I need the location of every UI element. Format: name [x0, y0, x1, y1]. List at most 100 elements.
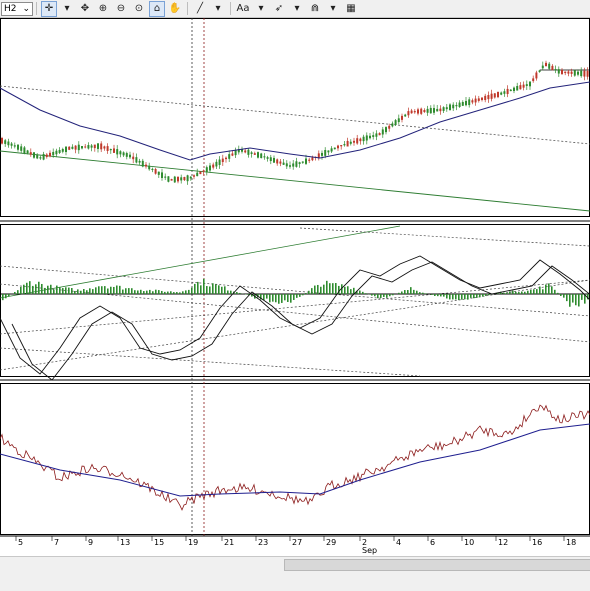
histogram-bar: [572, 294, 574, 303]
candle-body: [167, 176, 169, 181]
candle-body: [385, 127, 387, 132]
candle-body: [583, 71, 585, 77]
candle-body: [193, 175, 195, 176]
histogram-bar: [47, 286, 49, 294]
candle-body: [260, 154, 262, 158]
crosshair-icon[interactable]: ✛: [41, 1, 57, 17]
histogram-bar: [143, 291, 145, 294]
timeframe-select[interactable]: H2 ⌄: [1, 2, 33, 16]
histogram-bar: [74, 291, 76, 294]
lock-icon[interactable]: ⌂: [149, 1, 165, 17]
histogram-bar: [524, 292, 526, 294]
histogram-bar: [101, 286, 103, 294]
histogram-bar: [110, 287, 112, 294]
histogram-bar: [371, 294, 373, 296]
candle-body: [577, 72, 579, 75]
histogram-bar: [503, 293, 505, 294]
candle-body: [107, 146, 109, 151]
candle-body: [420, 109, 422, 114]
candle-body: [20, 146, 22, 150]
candle-body: [430, 108, 432, 113]
candle-body: [375, 133, 377, 136]
zoom-fit-icon[interactable]: ⊙: [131, 1, 147, 17]
magnet-icon[interactable]: ⋒: [307, 1, 323, 17]
candle-body: [567, 72, 569, 74]
x-axis-tick-label: 27: [292, 538, 302, 547]
candle-body: [321, 153, 323, 156]
horizontal-scrollbar[interactable]: [0, 556, 590, 591]
histogram-bar: [53, 289, 55, 294]
histogram-bar: [551, 286, 553, 294]
crosshair-menu-icon[interactable]: ▾: [59, 1, 75, 17]
candle-body: [475, 99, 477, 103]
histogram-bar: [269, 294, 271, 302]
zoom-out-icon[interactable]: ⊖: [113, 1, 129, 17]
histogram-bar: [554, 290, 556, 294]
grid-icon[interactable]: ▦: [343, 1, 359, 17]
histogram-bar: [59, 287, 61, 294]
histogram-bar: [173, 292, 175, 294]
x-axis-tick-label: 4: [396, 538, 401, 547]
histogram-bar: [230, 291, 232, 294]
candle-body: [145, 165, 147, 167]
magnet-menu-icon[interactable]: ▾: [325, 1, 341, 17]
candle-body: [558, 69, 560, 73]
histogram-bar: [116, 285, 118, 294]
histogram-bar: [170, 291, 172, 294]
histogram-bar: [278, 294, 280, 304]
line-tool-icon[interactable]: ╱: [192, 1, 208, 17]
histogram-bar: [134, 290, 136, 294]
candle-body: [279, 162, 281, 164]
marker-menu-icon[interactable]: ▾: [289, 1, 305, 17]
candle-body: [142, 161, 144, 167]
histogram-bar: [335, 283, 337, 294]
text-tool-button[interactable]: Aa: [235, 1, 251, 17]
x-axis-tick-label: 7: [54, 538, 59, 547]
move-icon[interactable]: ✥: [77, 1, 93, 17]
x-axis-tick-label: 29: [326, 538, 336, 547]
scrollbar-thumb[interactable]: [284, 559, 590, 571]
candle-body: [548, 64, 550, 69]
histogram-bar: [290, 294, 292, 303]
candle-body: [46, 155, 48, 157]
zoom-in-icon[interactable]: ⊕: [95, 1, 111, 17]
histogram-bar: [533, 289, 535, 294]
histogram-bar: [575, 294, 577, 305]
histogram-bar: [452, 294, 454, 299]
histogram-bar: [287, 294, 289, 302]
candle-body: [222, 159, 224, 162]
histogram-bar: [518, 292, 520, 294]
candle-body: [359, 139, 361, 141]
candle-body: [311, 158, 313, 161]
chart-area[interactable]: 5791315192123272924610121618 Sep: [0, 18, 590, 556]
histogram-bar: [212, 283, 214, 294]
histogram-bar: [5, 294, 7, 298]
line-tool-menu-icon[interactable]: ▾: [210, 1, 226, 17]
candle-body: [129, 155, 131, 158]
text-tool-menu-icon[interactable]: ▾: [253, 1, 269, 17]
histogram-bar: [383, 294, 385, 297]
candle-body: [244, 150, 246, 152]
histogram-bar: [305, 293, 307, 294]
candle-body: [443, 107, 445, 111]
indicator-line: [0, 405, 590, 510]
candle-body: [11, 144, 13, 146]
chart-canvas[interactable]: 5791315192123272924610121618 Sep: [0, 18, 590, 556]
candle-body: [510, 90, 512, 91]
histogram-bar: [515, 292, 517, 294]
candle-body: [164, 177, 166, 178]
candle-body: [254, 153, 256, 155]
candle-body: [571, 72, 573, 74]
x-axis-month-label: Sep: [362, 546, 377, 555]
candle-body: [347, 141, 349, 147]
candle-body: [17, 145, 19, 150]
candlestick-series: [1, 61, 589, 185]
candle-body: [286, 163, 288, 166]
candle-body: [494, 93, 496, 97]
histogram-bar: [29, 281, 31, 294]
hand-icon[interactable]: ✋: [167, 1, 183, 17]
marker-icon[interactable]: ➶: [271, 1, 287, 17]
histogram-bar: [344, 287, 346, 294]
histogram-bar: [161, 291, 163, 294]
histogram-bar: [44, 288, 46, 294]
